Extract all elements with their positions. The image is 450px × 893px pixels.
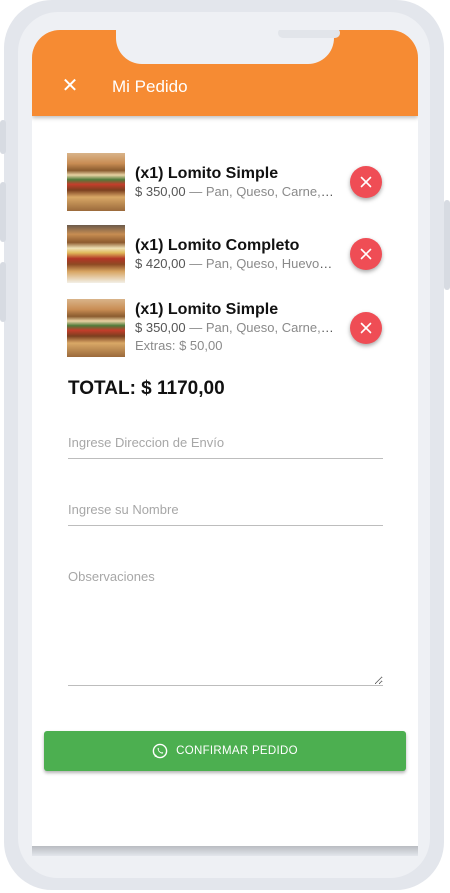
item-title: (x1) Lomito Simple <box>135 301 279 318</box>
remove-item-button[interactable] <box>350 238 382 270</box>
remove-item-button[interactable] <box>350 312 382 344</box>
item-price: $ 350,00 <box>135 320 186 335</box>
item-price: $ 420,00 <box>135 256 186 271</box>
name-input[interactable] <box>68 502 383 526</box>
order-total: TOTAL: $ 1170,00 <box>68 378 225 399</box>
close-icon <box>360 248 372 260</box>
close-icon[interactable]: ✕ <box>60 76 80 96</box>
close-icon <box>360 322 372 334</box>
order-item: (x1) Lomito Completo $ 420,00 — Pan, Que… <box>67 225 387 283</box>
page-title: Mi Pedido <box>112 77 188 96</box>
confirm-order-label: CONFIRMAR PEDIDO <box>176 745 298 757</box>
item-title: (x1) Lomito Simple <box>135 165 279 182</box>
item-title: (x1) Lomito Completo <box>135 237 300 254</box>
item-ingredients: — Pan, Queso, Carne, A... <box>185 320 335 335</box>
close-icon <box>360 176 372 188</box>
phone-power-button <box>444 200 450 290</box>
order-item: (x1) Lomito Simple $ 350,00 — Pan, Queso… <box>67 153 387 211</box>
item-description: $ 350,00 — Pan, Queso, Carne, A... <box>135 320 335 335</box>
phone-speaker <box>278 30 340 38</box>
app-header: ✕ Mi Pedido <box>32 30 418 116</box>
lomito-simple-photo <box>67 299 125 357</box>
remove-item-button[interactable] <box>350 166 382 198</box>
order-item: (x1) Lomito Simple $ 350,00 — Pan, Queso… <box>67 299 387 357</box>
phone-side-button <box>0 120 6 154</box>
app-screen: ✕ Mi Pedido (x1) Lomito Simple $ 350,00 … <box>32 30 418 848</box>
lomito-completo-photo <box>67 225 125 283</box>
address-input[interactable] <box>68 435 383 459</box>
confirm-order-button[interactable]: CONFIRMAR PEDIDO <box>44 731 406 771</box>
item-description: $ 350,00 — Pan, Queso, Carne, A... <box>135 184 335 199</box>
phone-volume-down-button <box>0 262 6 322</box>
item-extras: Extras: $ 50,00 <box>135 338 223 353</box>
lomito-simple-photo <box>67 153 125 211</box>
whatsapp-icon <box>152 743 168 759</box>
phone-notch <box>116 30 340 64</box>
phone-volume-up-button <box>0 182 6 242</box>
item-ingredients: — Pan, Queso, Carne, A... <box>185 184 335 199</box>
screen-bottom-edge <box>32 846 418 856</box>
item-price: $ 350,00 <box>135 184 186 199</box>
item-ingredients: — Pan, Queso, Huevo, J... <box>185 256 335 271</box>
notes-textarea[interactable] <box>68 569 383 686</box>
item-description: $ 420,00 — Pan, Queso, Huevo, J... <box>135 256 335 271</box>
